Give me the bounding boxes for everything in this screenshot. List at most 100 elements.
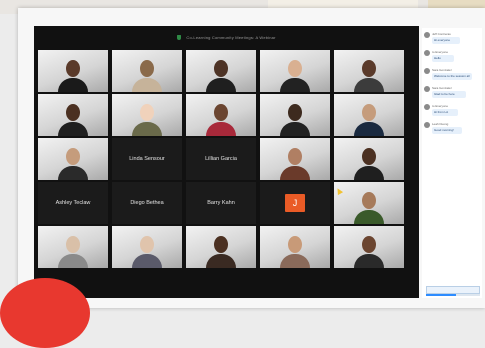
participant-video-tile[interactable] (38, 50, 108, 92)
participant-head (362, 192, 376, 209)
participant-video-tile[interactable] (186, 226, 256, 268)
participant-video-tile[interactable] (112, 226, 182, 268)
chat-message: Sara Gonzalez Welcome to the session all (424, 68, 480, 84)
chat-text: Hi from LA (432, 109, 458, 116)
user-avatar-icon (424, 86, 430, 92)
participant-video-tile[interactable] (334, 94, 404, 136)
participant-head (140, 60, 154, 77)
chat-sender: to Everyone (432, 50, 449, 54)
participant-head (362, 236, 376, 253)
participant-name-tile[interactable]: Linda Sensour (112, 138, 182, 180)
chat-panel: Jeff Contreras Hi everyone to Everyone Hell… (422, 28, 482, 298)
participant-figure (55, 102, 91, 136)
participant-body (58, 166, 88, 180)
participant-body (280, 78, 310, 92)
participant-video-tile[interactable] (38, 226, 108, 268)
participant-figure (277, 58, 313, 92)
participant-figure (55, 146, 91, 180)
participant-body (206, 254, 236, 268)
participant-body (132, 254, 162, 268)
participant-body (206, 78, 236, 92)
participant-name: Diego Bethea (130, 200, 164, 206)
participant-video-tile[interactable] (260, 50, 330, 92)
chat-message: Leah Duong Good morning! (424, 122, 480, 138)
participant-head (140, 104, 154, 121)
participant-video-tile[interactable] (186, 50, 256, 92)
user-avatar-icon (424, 32, 430, 38)
participant-body (58, 122, 88, 136)
user-avatar-icon (424, 104, 430, 110)
participant-figure (351, 102, 387, 136)
participant-video-tile[interactable] (112, 94, 182, 136)
chat-text: Hello (432, 55, 454, 62)
participant-head (66, 148, 80, 165)
participant-head (362, 60, 376, 77)
chat-sender: Sara Gonzalez (432, 86, 452, 90)
participant-head (288, 236, 302, 253)
participant-video-tile[interactable] (260, 94, 330, 136)
participant-body (354, 78, 384, 92)
participant-video-tile[interactable] (38, 94, 108, 136)
participant-head (140, 236, 154, 253)
chat-text: Hi everyone (432, 37, 460, 44)
user-avatar-icon (424, 50, 430, 56)
chat-scrollbar[interactable] (426, 294, 480, 296)
participant-name: Ashley Teclaw (55, 200, 91, 206)
participant-head (214, 236, 228, 253)
meeting-top-bar: Co-Learning Community Meetings: A Webina… (34, 26, 419, 48)
participant-video-tile[interactable] (334, 182, 404, 224)
participant-figure (55, 58, 91, 92)
participant-figure (277, 234, 313, 268)
participant-body (206, 122, 236, 136)
participant-body (280, 254, 310, 268)
participant-figure (277, 102, 313, 136)
participant-body (354, 166, 384, 180)
participant-video-tile[interactable] (112, 50, 182, 92)
participant-initial-tile[interactable]: J (260, 182, 330, 224)
participant-name: Linda Sensour (129, 156, 165, 162)
participant-figure (129, 234, 165, 268)
chat-message: to Everyone Hi from LA (424, 104, 480, 120)
red-decorative-shape (0, 278, 90, 348)
chat-text: Good morning! (432, 127, 462, 134)
chat-sender: to Everyone (432, 104, 449, 108)
participant-head (66, 104, 80, 121)
participant-body (132, 122, 162, 136)
participant-video-tile[interactable] (260, 138, 330, 180)
participant-figure (351, 146, 387, 180)
participant-figure (203, 58, 239, 92)
participant-video-tile[interactable] (334, 226, 404, 268)
chat-message: Sara Gonzalez Glad to be here (424, 86, 480, 102)
participant-figure (129, 102, 165, 136)
participant-video-tile[interactable] (38, 138, 108, 180)
chat-text: Welcome to the session all (432, 73, 472, 80)
chat-message: Jeff Contreras Hi everyone (424, 32, 480, 48)
participant-head (214, 104, 228, 121)
participant-head (288, 104, 302, 121)
chat-text: Glad to be here (432, 91, 466, 98)
participant-body (280, 166, 310, 180)
participant-body (354, 254, 384, 268)
chat-sender: Leah Duong (432, 122, 449, 126)
participant-head (362, 104, 376, 121)
chat-input[interactable] (426, 286, 480, 294)
participant-head (66, 60, 80, 77)
participant-name-tile[interactable]: Barry Kahn (186, 182, 256, 224)
participant-name-tile[interactable]: Ashley Teclaw (38, 182, 108, 224)
participant-video-tile[interactable] (334, 50, 404, 92)
participant-video-tile[interactable] (260, 226, 330, 268)
chat-sender: Jeff Contreras (432, 32, 451, 36)
participant-head (66, 236, 80, 253)
user-avatar-icon (424, 68, 430, 74)
user-avatar-icon (424, 122, 430, 128)
participant-figure (129, 58, 165, 92)
participant-video-tile[interactable] (186, 94, 256, 136)
participant-figure (277, 146, 313, 180)
participant-video-tile[interactable] (334, 138, 404, 180)
participant-figure (351, 190, 387, 224)
participant-name-tile[interactable]: Lillian Garcia (186, 138, 256, 180)
participant-head (288, 148, 302, 165)
chat-message: to Everyone Hello (424, 50, 480, 66)
chat-scroll-thumb[interactable] (426, 294, 456, 296)
participant-name-tile[interactable]: Diego Bethea (112, 182, 182, 224)
